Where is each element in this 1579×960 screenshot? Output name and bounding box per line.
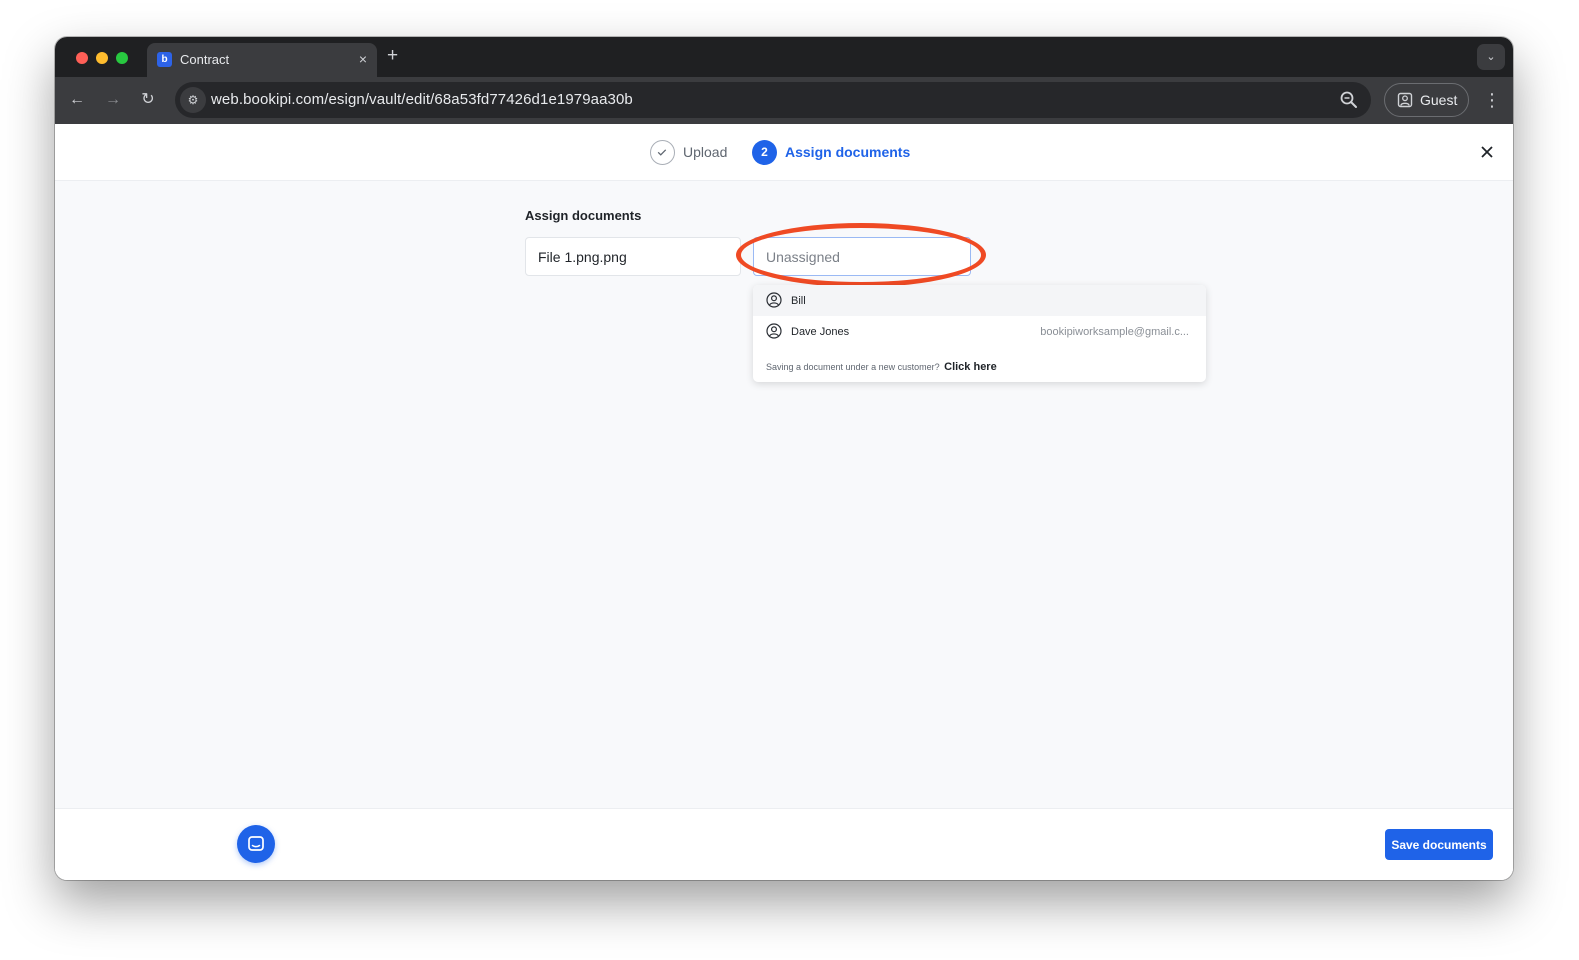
new-tab-button[interactable]: +	[387, 46, 398, 66]
customer-name: Dave Jones	[791, 326, 850, 338]
bookipi-logo-icon: b	[157, 52, 172, 67]
url-text[interactable]: web.bookipi.com/esign/vault/edit/68a53fd…	[211, 91, 633, 108]
close-window-button[interactable]	[76, 52, 88, 64]
profile-icon	[1397, 92, 1413, 108]
bottom-action-bar: Save documents	[55, 808, 1513, 880]
minimize-window-button[interactable]	[96, 52, 108, 64]
browser-tab-contract[interactable]: b Contract ×	[147, 43, 377, 77]
site-settings-icon[interactable]: ⚙	[180, 87, 206, 113]
step-upload-check-icon	[650, 140, 675, 165]
customer-option-bill[interactable]: Bill	[753, 285, 1206, 316]
maximize-window-button[interactable]	[116, 52, 128, 64]
back-button[interactable]: ←	[66, 89, 88, 111]
user-circle-icon	[766, 292, 782, 308]
user-circle-icon	[766, 323, 782, 339]
save-documents-button[interactable]: Save documents	[1385, 829, 1493, 860]
browser-toolbar: ← → ↻ ⚙ web.bookipi.com/esign/vault/edit…	[55, 77, 1513, 124]
address-bar[interactable]: ⚙ web.bookipi.com/esign/vault/edit/68a53…	[175, 82, 1371, 118]
profile-button[interactable]: Guest	[1384, 83, 1469, 117]
stepper: Upload 2 Assign documents	[55, 124, 1513, 181]
browser-window: b Contract × + ⌄ ← → ↻ ⚙ web.bookipi.com…	[55, 37, 1513, 880]
section-title: Assign documents	[525, 208, 642, 223]
close-icon[interactable]	[1478, 143, 1496, 161]
customer-name: Bill	[791, 295, 806, 307]
profile-label: Guest	[1420, 92, 1458, 108]
step-assign-number: 2	[752, 140, 777, 165]
reload-button[interactable]: ↻	[137, 89, 159, 111]
customer-dropdown: Bill Dave Jones bookipiworksample@gmail.…	[753, 285, 1206, 382]
tab-search-button[interactable]: ⌄	[1477, 44, 1505, 70]
chat-icon	[248, 836, 264, 851]
chat-support-button[interactable]	[237, 825, 275, 863]
assign-customer-input[interactable]	[753, 237, 971, 276]
tab-strip: b Contract × + ⌄	[55, 37, 1513, 77]
step-assign-label[interactable]: Assign documents	[785, 144, 910, 160]
step-upload-label[interactable]: Upload	[683, 144, 727, 160]
browser-menu-icon[interactable]: ⋮	[1483, 89, 1501, 111]
new-customer-link[interactable]: Click here	[944, 361, 997, 373]
tab-title: Contract	[180, 52, 230, 67]
file-name-field: File 1.png.png	[525, 237, 741, 276]
new-customer-hint-text: Saving a document under a new customer?	[766, 362, 940, 372]
customer-option-dave-jones[interactable]: Dave Jones bookipiworksample@gmail.c...	[753, 316, 1206, 347]
forward-button[interactable]: →	[102, 89, 124, 111]
zoom-icon[interactable]	[1339, 90, 1359, 110]
new-customer-hint: Saving a document under a new customer? …	[766, 361, 997, 373]
customer-email: bookipiworksample@gmail.c...	[1040, 326, 1189, 338]
tab-close-icon[interactable]: ×	[359, 51, 367, 67]
page-content: Upload 2 Assign documents Assign documen…	[55, 124, 1513, 880]
